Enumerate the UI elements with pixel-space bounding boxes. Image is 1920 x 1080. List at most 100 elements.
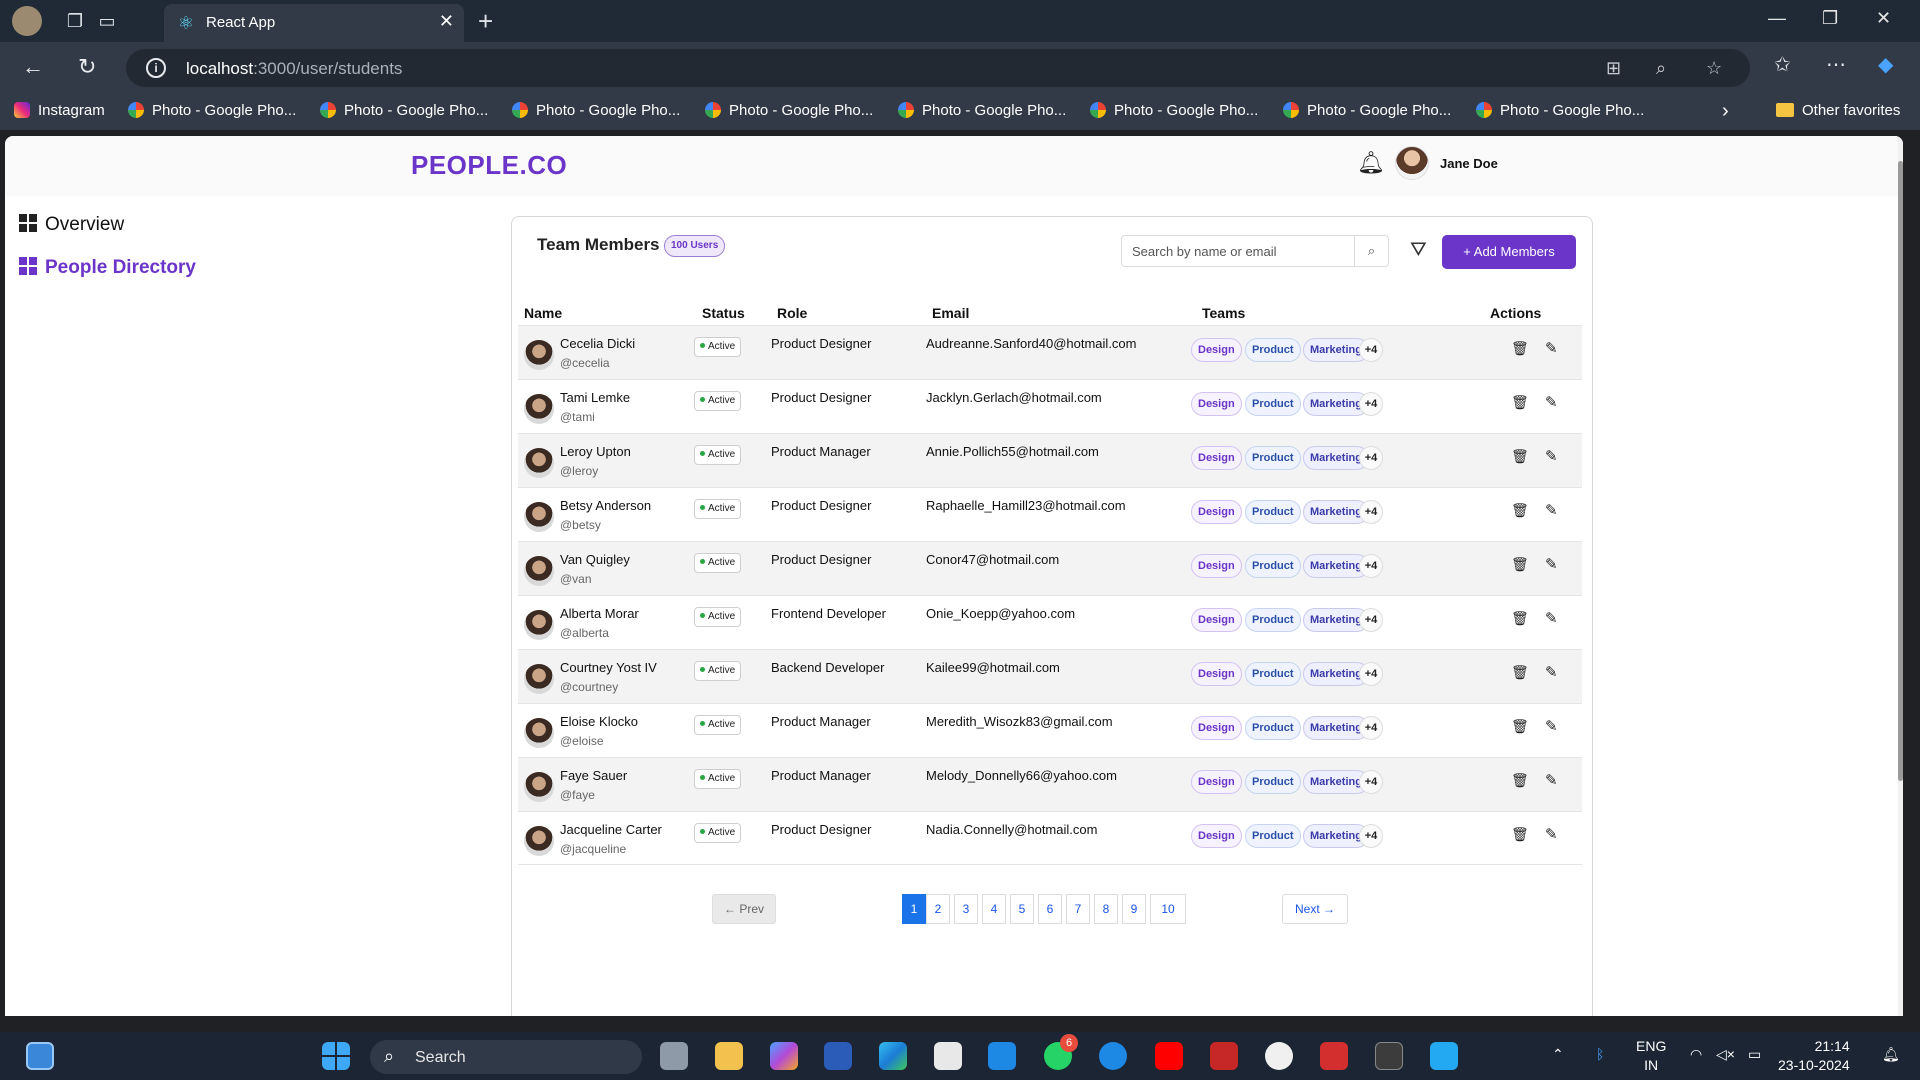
edit-icon[interactable]: ✎ [1545,501,1558,519]
delete-icon[interactable]: 🗑︎ [1511,448,1529,465]
tab-react-app[interactable]: ⚛ React App ✕ [164,4,464,42]
bookmark-instagram[interactable]: Instagram [14,102,105,119]
site-info-icon[interactable]: i [146,58,166,78]
delete-icon[interactable]: 🗑︎ [1511,610,1529,627]
table-row[interactable]: Betsy Anderson @betsy Active Product Des… [518,487,1582,541]
close-window-icon[interactable]: ✕ [1876,8,1891,29]
bookmark-google-photos[interactable]: Photo - Google Pho... [320,102,488,119]
table-row[interactable]: Leroy Upton @leroy Active Product Manage… [518,433,1582,487]
delete-icon[interactable]: 🗑︎ [1511,394,1529,411]
vscode-icon[interactable] [1430,1042,1458,1070]
start-icon[interactable] [322,1042,350,1070]
page-2-button[interactable]: 2 [926,894,950,924]
delete-icon[interactable]: 🗑︎ [1511,664,1529,681]
bookmark-google-photos[interactable]: Photo - Google Pho... [705,102,873,119]
bell-icon[interactable]: 🔔︎ [1357,150,1385,176]
search-input[interactable] [1122,236,1354,266]
bookmark-google-photos[interactable]: Photo - Google Pho... [1476,102,1644,119]
copilot-icon[interactable] [770,1042,798,1070]
widgets-icon[interactable] [26,1042,54,1070]
page-10-button[interactable]: 10 [1150,894,1186,924]
table-row[interactable]: Tami Lemke @tami Active Product Designer… [518,379,1582,433]
url-field[interactable]: i localhost:3000/user/students ⊞ ⌕ ☆ [126,49,1750,87]
volume-muted-icon[interactable]: ◁× [1716,1046,1735,1063]
edge-icon[interactable] [879,1042,907,1070]
app-logo[interactable]: PEOPLE.CO [411,150,567,181]
app-available-icon[interactable]: ⊞ [1606,58,1621,79]
edit-icon[interactable]: ✎ [1545,717,1558,735]
task-view-icon[interactable] [660,1042,688,1070]
github-icon[interactable] [1265,1042,1293,1070]
page-8-button[interactable]: 8 [1094,894,1118,924]
close-tab-icon[interactable]: ✕ [439,11,454,32]
file-explorer-icon[interactable] [715,1042,743,1070]
table-row[interactable]: Courtney Yost IV @courtney Active Backen… [518,649,1582,703]
minimize-icon[interactable]: — [1768,8,1786,29]
page-1-button[interactable]: 1 [902,894,926,924]
bfe-icon[interactable] [1320,1042,1348,1070]
bookmark-google-photos[interactable]: Photo - Google Pho... [1283,102,1451,119]
edit-icon[interactable]: ✎ [1545,393,1558,411]
edit-icon[interactable]: ✎ [1545,825,1558,843]
refresh-icon[interactable]: ↻ [78,54,96,80]
restore-icon[interactable]: ❐ [1822,8,1838,29]
page-4-button[interactable]: 4 [982,894,1006,924]
page-9-button[interactable]: 9 [1122,894,1146,924]
page-3-button[interactable]: 3 [954,894,978,924]
page-7-button[interactable]: 7 [1066,894,1090,924]
taskbar-search[interactable]: ⌕ Search [370,1040,642,1074]
bookmarks-overflow-icon[interactable]: › [1722,100,1729,123]
prev-page-button[interactable]: ← Prev [712,894,776,924]
filter-icon[interactable]: ⛛ [1410,239,1427,262]
edit-icon[interactable]: ✎ [1545,339,1558,357]
delete-icon[interactable]: 🗑︎ [1511,502,1529,519]
bookmark-other-favorites[interactable]: Other favorites [1776,102,1900,119]
table-row[interactable]: Alberta Morar @alberta Active Frontend D… [518,595,1582,649]
sidebar-item-overview[interactable]: Overview [19,214,124,236]
help-icon[interactable] [1099,1042,1127,1070]
sidebar-item-people-directory[interactable]: People Directory [19,257,196,279]
table-row[interactable]: Eloise Klocko @eloise Active Product Man… [518,703,1582,757]
table-row[interactable]: Van Quigley @van Active Product Designer… [518,541,1582,595]
user-name[interactable]: Jane Doe [1440,156,1498,171]
edit-icon[interactable]: ✎ [1545,555,1558,573]
delete-icon[interactable]: 🗑︎ [1511,340,1529,357]
bluetooth-icon[interactable]: ᛒ [1596,1046,1604,1062]
clock[interactable]: 21:14 23-10-2024 [1778,1037,1850,1075]
delete-icon[interactable]: 🗑︎ [1511,718,1529,735]
bookmark-google-photos[interactable]: Photo - Google Pho... [128,102,296,119]
store-icon[interactable] [934,1042,962,1070]
favorite-star-icon[interactable]: ☆ [1706,58,1722,79]
table-row[interactable]: Faye Sauer @faye Active Product Manager … [518,757,1582,811]
mcafee-icon[interactable] [1210,1042,1238,1070]
delete-icon[interactable]: 🗑︎ [1511,826,1529,843]
page-5-button[interactable]: 5 [1010,894,1034,924]
favorites-icon[interactable]: ✩ [1774,52,1791,77]
zoom-icon[interactable]: ⌕ [1656,58,1666,79]
page-6-button[interactable]: 6 [1038,894,1062,924]
youtube-icon[interactable] [1155,1042,1183,1070]
word-icon[interactable] [824,1042,852,1070]
edit-icon[interactable]: ✎ [1545,771,1558,789]
edit-icon[interactable]: ✎ [1545,609,1558,627]
next-page-button[interactable]: Next → [1282,894,1348,924]
terminal-icon[interactable] [1375,1042,1403,1070]
delete-icon[interactable]: 🗑︎ [1511,772,1529,789]
edit-icon[interactable]: ✎ [1545,447,1558,465]
scrollbar-thumb[interactable] [1898,161,1903,781]
edit-icon[interactable]: ✎ [1545,663,1558,681]
notifications-bell-icon[interactable]: 🔔︎ [1882,1046,1900,1063]
more-menu-icon[interactable]: ⋯ [1826,52,1846,77]
back-icon[interactable]: ← [22,54,44,80]
bookmark-google-photos[interactable]: Photo - Google Pho... [898,102,1066,119]
table-row[interactable]: Jacqueline Carter @jacqueline Active Pro… [518,811,1582,865]
search-icon[interactable]: ⌕ [1354,236,1388,266]
battery-icon[interactable]: ▭ [1748,1046,1761,1063]
tab-actions-icon[interactable]: ▭ [94,8,120,34]
avatar[interactable] [1395,146,1429,180]
tray-overflow-icon[interactable]: ⌃ [1552,1046,1564,1063]
bookmark-google-photos[interactable]: Photo - Google Pho... [1090,102,1258,119]
language-indicator[interactable]: ENG IN [1636,1037,1666,1075]
table-row[interactable]: Cecelia Dicki @cecelia Active Product De… [518,325,1582,379]
page-scrollbar[interactable] [1898,136,1903,1016]
